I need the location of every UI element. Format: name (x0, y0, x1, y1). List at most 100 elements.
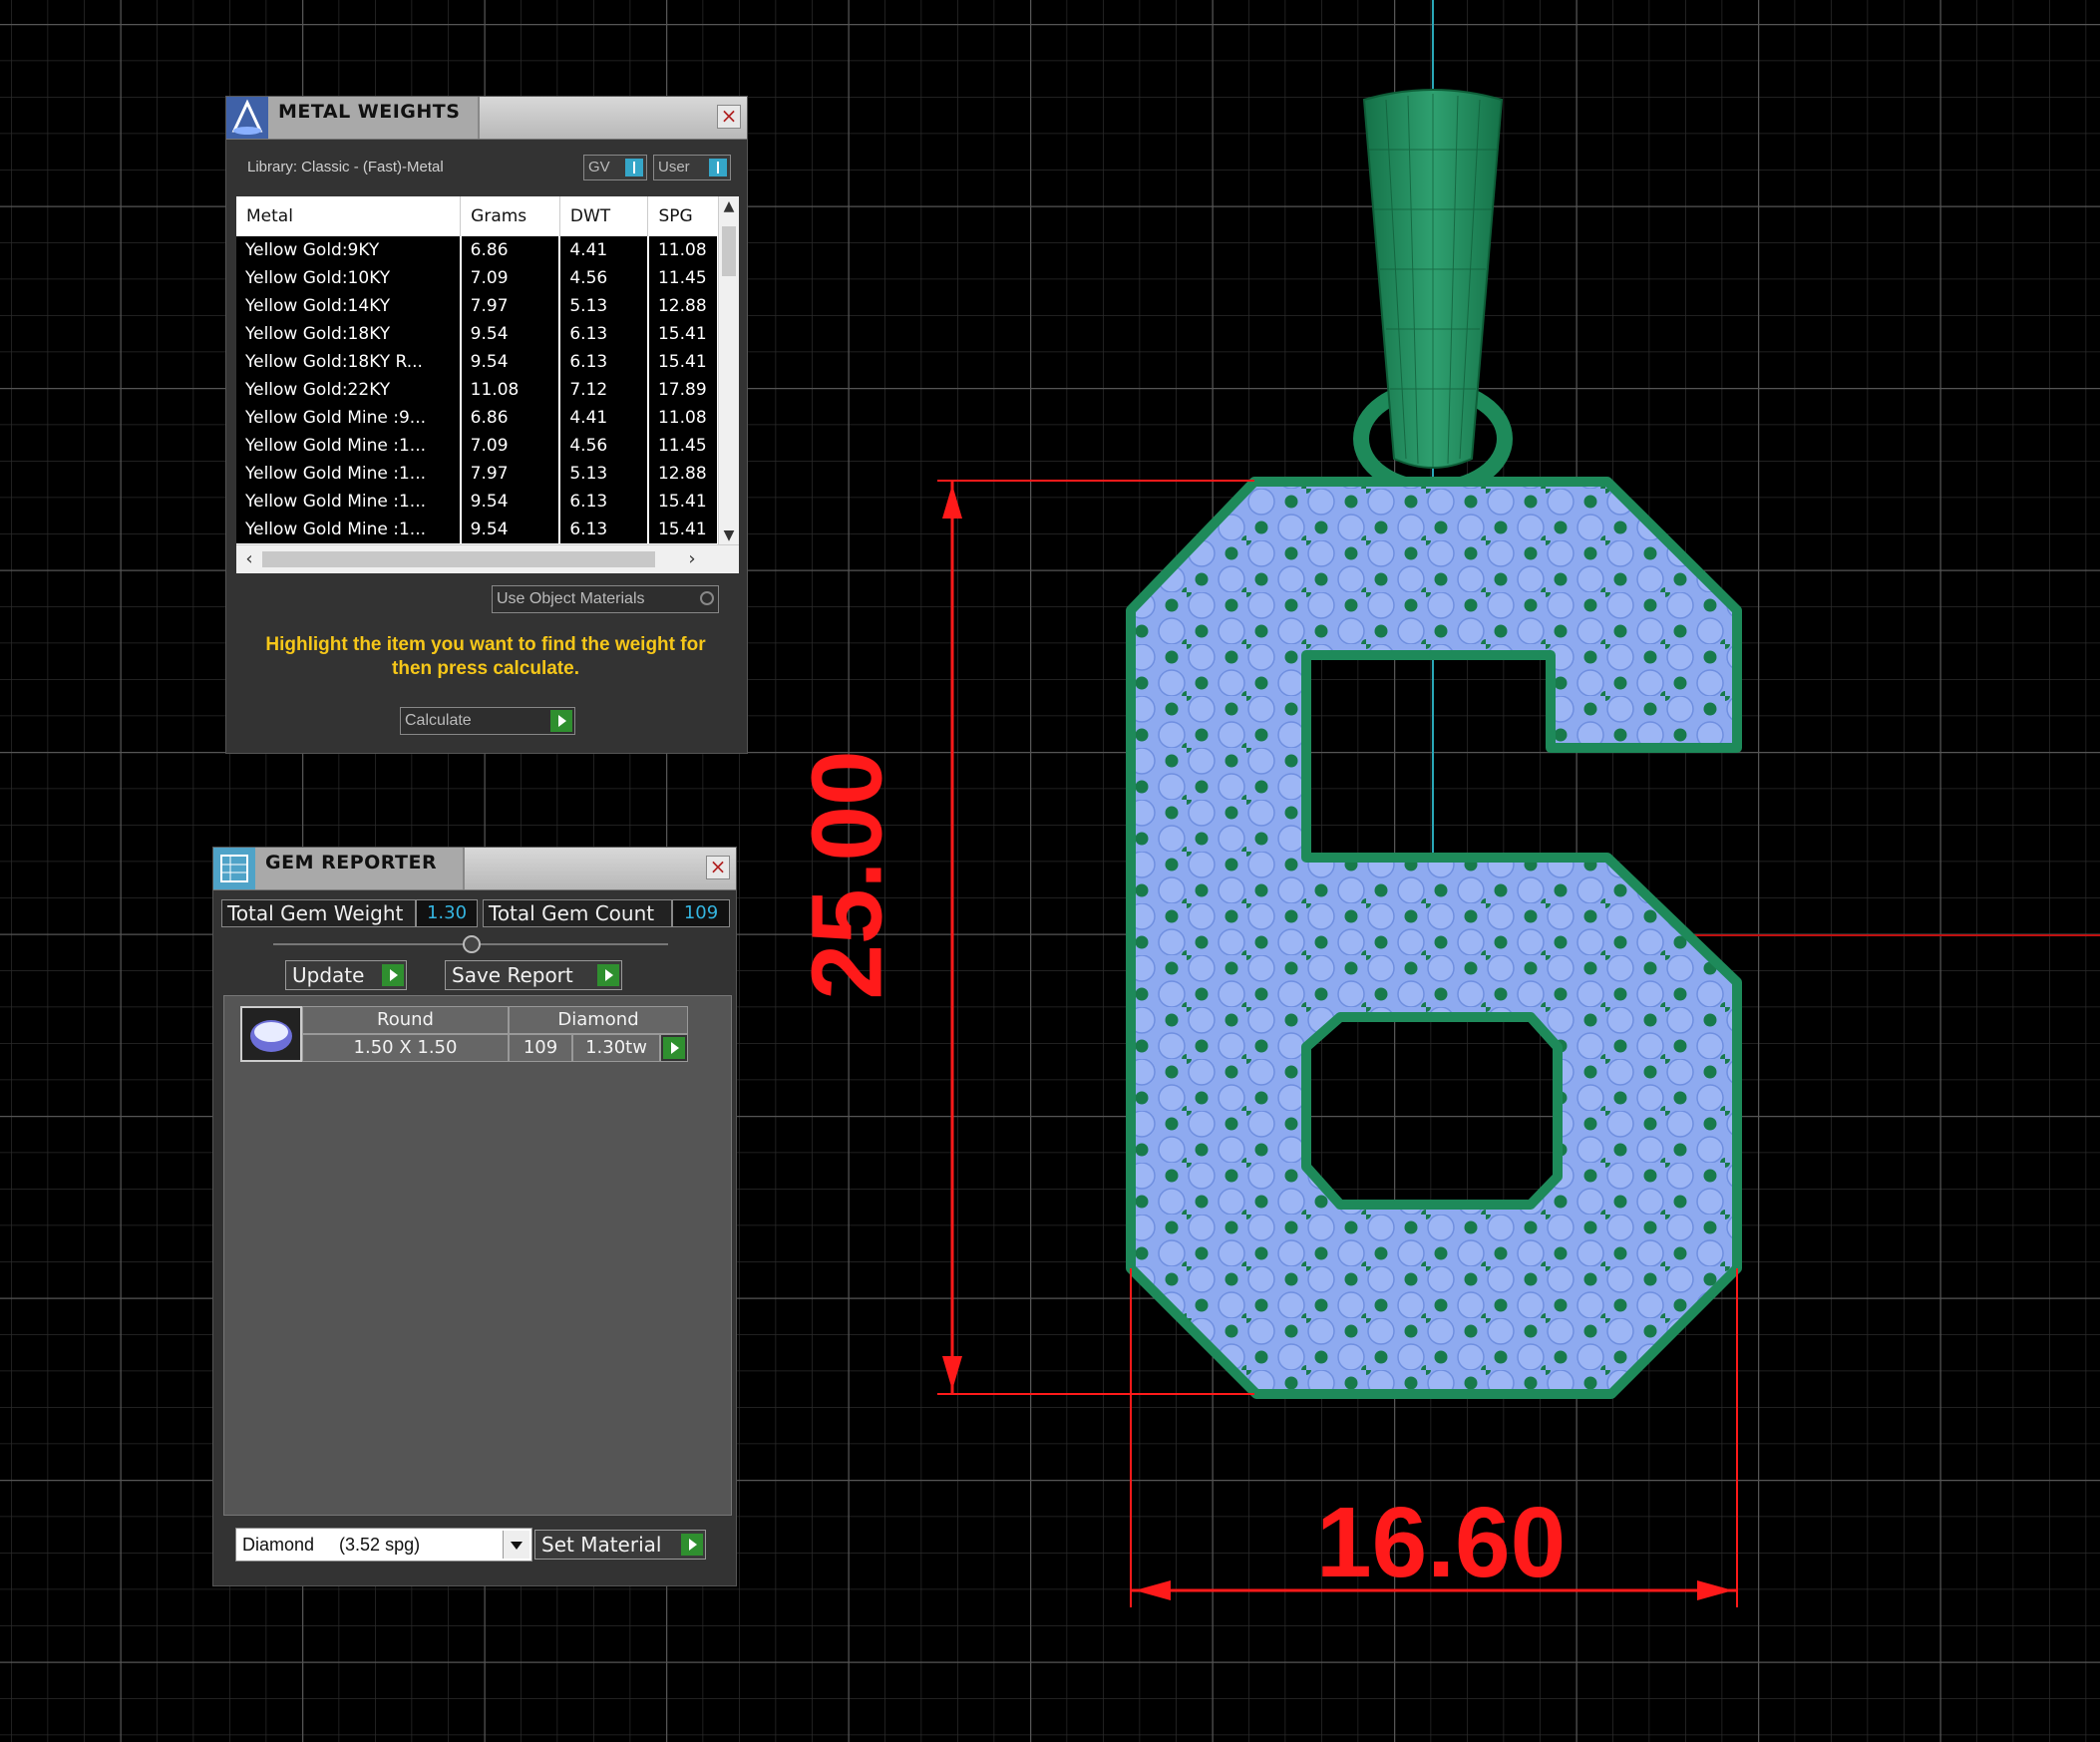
dwt-value: 5.13 (559, 292, 649, 320)
metal-name: Yellow Gold Mine :1... (236, 432, 462, 460)
spg-value: 11.45 (647, 264, 720, 292)
close-icon[interactable]: × (717, 105, 741, 129)
calculate-label: Calculate (405, 712, 472, 729)
grams-value: 6.86 (460, 236, 561, 264)
table-row[interactable]: Yellow Gold:18KY 9.54 6.13 15.41 (236, 320, 720, 348)
update-button[interactable]: Update (285, 960, 407, 990)
total-gem-count-value: 109 (672, 899, 730, 927)
close-icon[interactable]: × (706, 856, 730, 879)
height-dimension-label: 25.00 (791, 750, 903, 1000)
use-object-materials-label: Use Object Materials (497, 590, 645, 607)
scroll-down-icon[interactable]: ▼ (719, 525, 739, 545)
gv-toggle[interactable]: GV (583, 155, 647, 180)
metal-name: Yellow Gold Mine :9... (236, 404, 462, 432)
table-row[interactable]: Yellow Gold Mine :1... 7.09 4.56 11.45 (236, 432, 720, 460)
spg-value: 12.88 (647, 460, 720, 488)
spg-value: 11.08 (647, 236, 720, 264)
user-toggle[interactable]: User (653, 155, 731, 180)
grams-value: 9.54 (460, 516, 561, 543)
table-row[interactable]: Yellow Gold:14KY 7.97 5.13 12.88 (236, 292, 720, 320)
grams-value: 11.08 (460, 376, 561, 404)
metal-name: Yellow Gold:22KY (236, 376, 462, 404)
column-header-grams[interactable]: Grams (460, 196, 560, 236)
metal-name: Yellow Gold:18KY (236, 320, 462, 348)
play-arrow-icon (681, 1534, 703, 1556)
total-gem-count-label: Total Gem Count (483, 899, 672, 927)
set-material-label: Set Material (541, 1533, 662, 1557)
dwt-value: 6.13 (559, 488, 649, 516)
gem-reporter-panel: GEM REPORTER × Total Gem Weight 1.30 Tot… (212, 847, 737, 1586)
play-arrow-icon (663, 1037, 685, 1059)
spg-value: 11.08 (647, 404, 720, 432)
set-material-button[interactable]: Set Material (534, 1530, 706, 1560)
metal-name: Yellow Gold:9KY (236, 236, 462, 264)
gem-row[interactable]: Round Diamond 1.50 X 1.50 109 1.30tw (224, 996, 733, 1066)
spg-value: 15.41 (647, 488, 720, 516)
play-arrow-icon (550, 710, 572, 732)
pendant-number-six[interactable] (1126, 477, 1742, 1399)
grams-value: 7.09 (460, 264, 561, 292)
save-report-label: Save Report (452, 963, 573, 987)
gem-reporter-titlebar[interactable]: GEM REPORTER × (213, 848, 736, 890)
dwt-value: 4.41 (559, 236, 649, 264)
dwt-value: 4.56 (559, 432, 649, 460)
dwt-value: 5.13 (559, 460, 649, 488)
scroll-left-icon[interactable]: ‹ (236, 545, 262, 573)
column-header-dwt[interactable]: DWT (559, 196, 649, 236)
dwt-value: 4.41 (559, 404, 649, 432)
gem-row-action-button[interactable] (660, 1034, 688, 1062)
spg-value: 12.88 (647, 292, 720, 320)
gem-reporter-title: GEM REPORTER (265, 852, 438, 873)
chevron-down-icon[interactable] (503, 1531, 529, 1559)
play-arrow-icon (597, 964, 619, 986)
calculate-button[interactable]: Calculate (400, 707, 575, 735)
table-row[interactable]: Yellow Gold Mine :1... 7.97 5.13 12.88 (236, 460, 720, 488)
scroll-right-icon[interactable]: › (679, 545, 705, 573)
table-row[interactable]: Yellow Gold:18KY R... 9.54 6.13 15.41 (236, 348, 720, 376)
table-row[interactable]: Yellow Gold:9KY 6.86 4.41 11.08 (236, 236, 720, 264)
table-row[interactable]: Yellow Gold:22KY 11.08 7.12 17.89 (236, 376, 720, 404)
metal-name: Yellow Gold:14KY (236, 292, 462, 320)
metal-weights-titlebar[interactable]: METAL WEIGHTS × (226, 97, 747, 140)
column-header-metal[interactable]: Metal (236, 196, 462, 236)
table-row[interactable]: Yellow Gold Mine :1... 9.54 6.13 15.41 (236, 516, 720, 543)
vertical-scrollbar[interactable]: ▲ ▼ (718, 196, 739, 545)
use-object-materials-button[interactable]: Use Object Materials (492, 585, 719, 613)
grams-value: 7.09 (460, 432, 561, 460)
spg-value: 15.41 (647, 320, 720, 348)
grams-value: 6.86 (460, 404, 561, 432)
column-header-spg[interactable]: SPG (647, 196, 719, 236)
save-report-button[interactable]: Save Report (445, 960, 622, 990)
table-row[interactable]: Yellow Gold:10KY 7.09 4.56 11.45 (236, 264, 720, 292)
grams-value: 9.54 (460, 488, 561, 516)
table-row[interactable]: Yellow Gold Mine :9... 6.86 4.41 11.08 (236, 404, 720, 432)
gem-size: 1.50 X 1.50 (302, 1034, 509, 1062)
horizontal-scroll-thumb[interactable] (262, 551, 655, 567)
metal-table[interactable]: Metal Grams DWT SPG Yellow Gold:9KY 6.86 4… (236, 196, 739, 573)
material-select-value: Diamond (3.52 spg) (242, 1535, 421, 1555)
dwt-value: 6.13 (559, 320, 649, 348)
spg-value: 15.41 (647, 348, 720, 376)
calculate-hint: Highlight the item you want to find the … (265, 634, 706, 679)
material-select[interactable]: Diamond (3.52 spg) (235, 1528, 532, 1562)
metal-weights-title: METAL WEIGHTS (278, 101, 461, 123)
vertical-scroll-thumb[interactable] (722, 226, 736, 276)
radio-icon (700, 591, 714, 605)
grams-value: 7.97 (460, 460, 561, 488)
dwt-value: 7.12 (559, 376, 649, 404)
scroll-up-icon[interactable]: ▲ (719, 196, 739, 216)
metal-name: Yellow Gold Mine :1... (236, 460, 462, 488)
horizontal-scrollbar[interactable]: ‹ › (236, 544, 739, 573)
user-toggle-label: User (658, 159, 690, 175)
round-diamond-icon (240, 1006, 302, 1062)
gem-reporter-app-icon (213, 848, 255, 889)
metal-name: Yellow Gold Mine :1... (236, 516, 462, 543)
metal-name: Yellow Gold Mine :1... (236, 488, 462, 516)
total-gem-weight-value: 1.30 (416, 899, 478, 927)
gem-material: Diamond (509, 1006, 688, 1034)
gem-list[interactable]: Round Diamond 1.50 X 1.50 109 1.30tw (223, 995, 732, 1516)
metal-weights-panel: METAL WEIGHTS × Library: Classic - (Fast… (225, 96, 748, 754)
table-row[interactable]: Yellow Gold Mine :1... 9.54 6.13 15.41 (236, 488, 720, 516)
splitter-handle-icon[interactable] (463, 935, 481, 953)
library-label: Library: Classic - (Fast)-Metal (247, 159, 444, 175)
